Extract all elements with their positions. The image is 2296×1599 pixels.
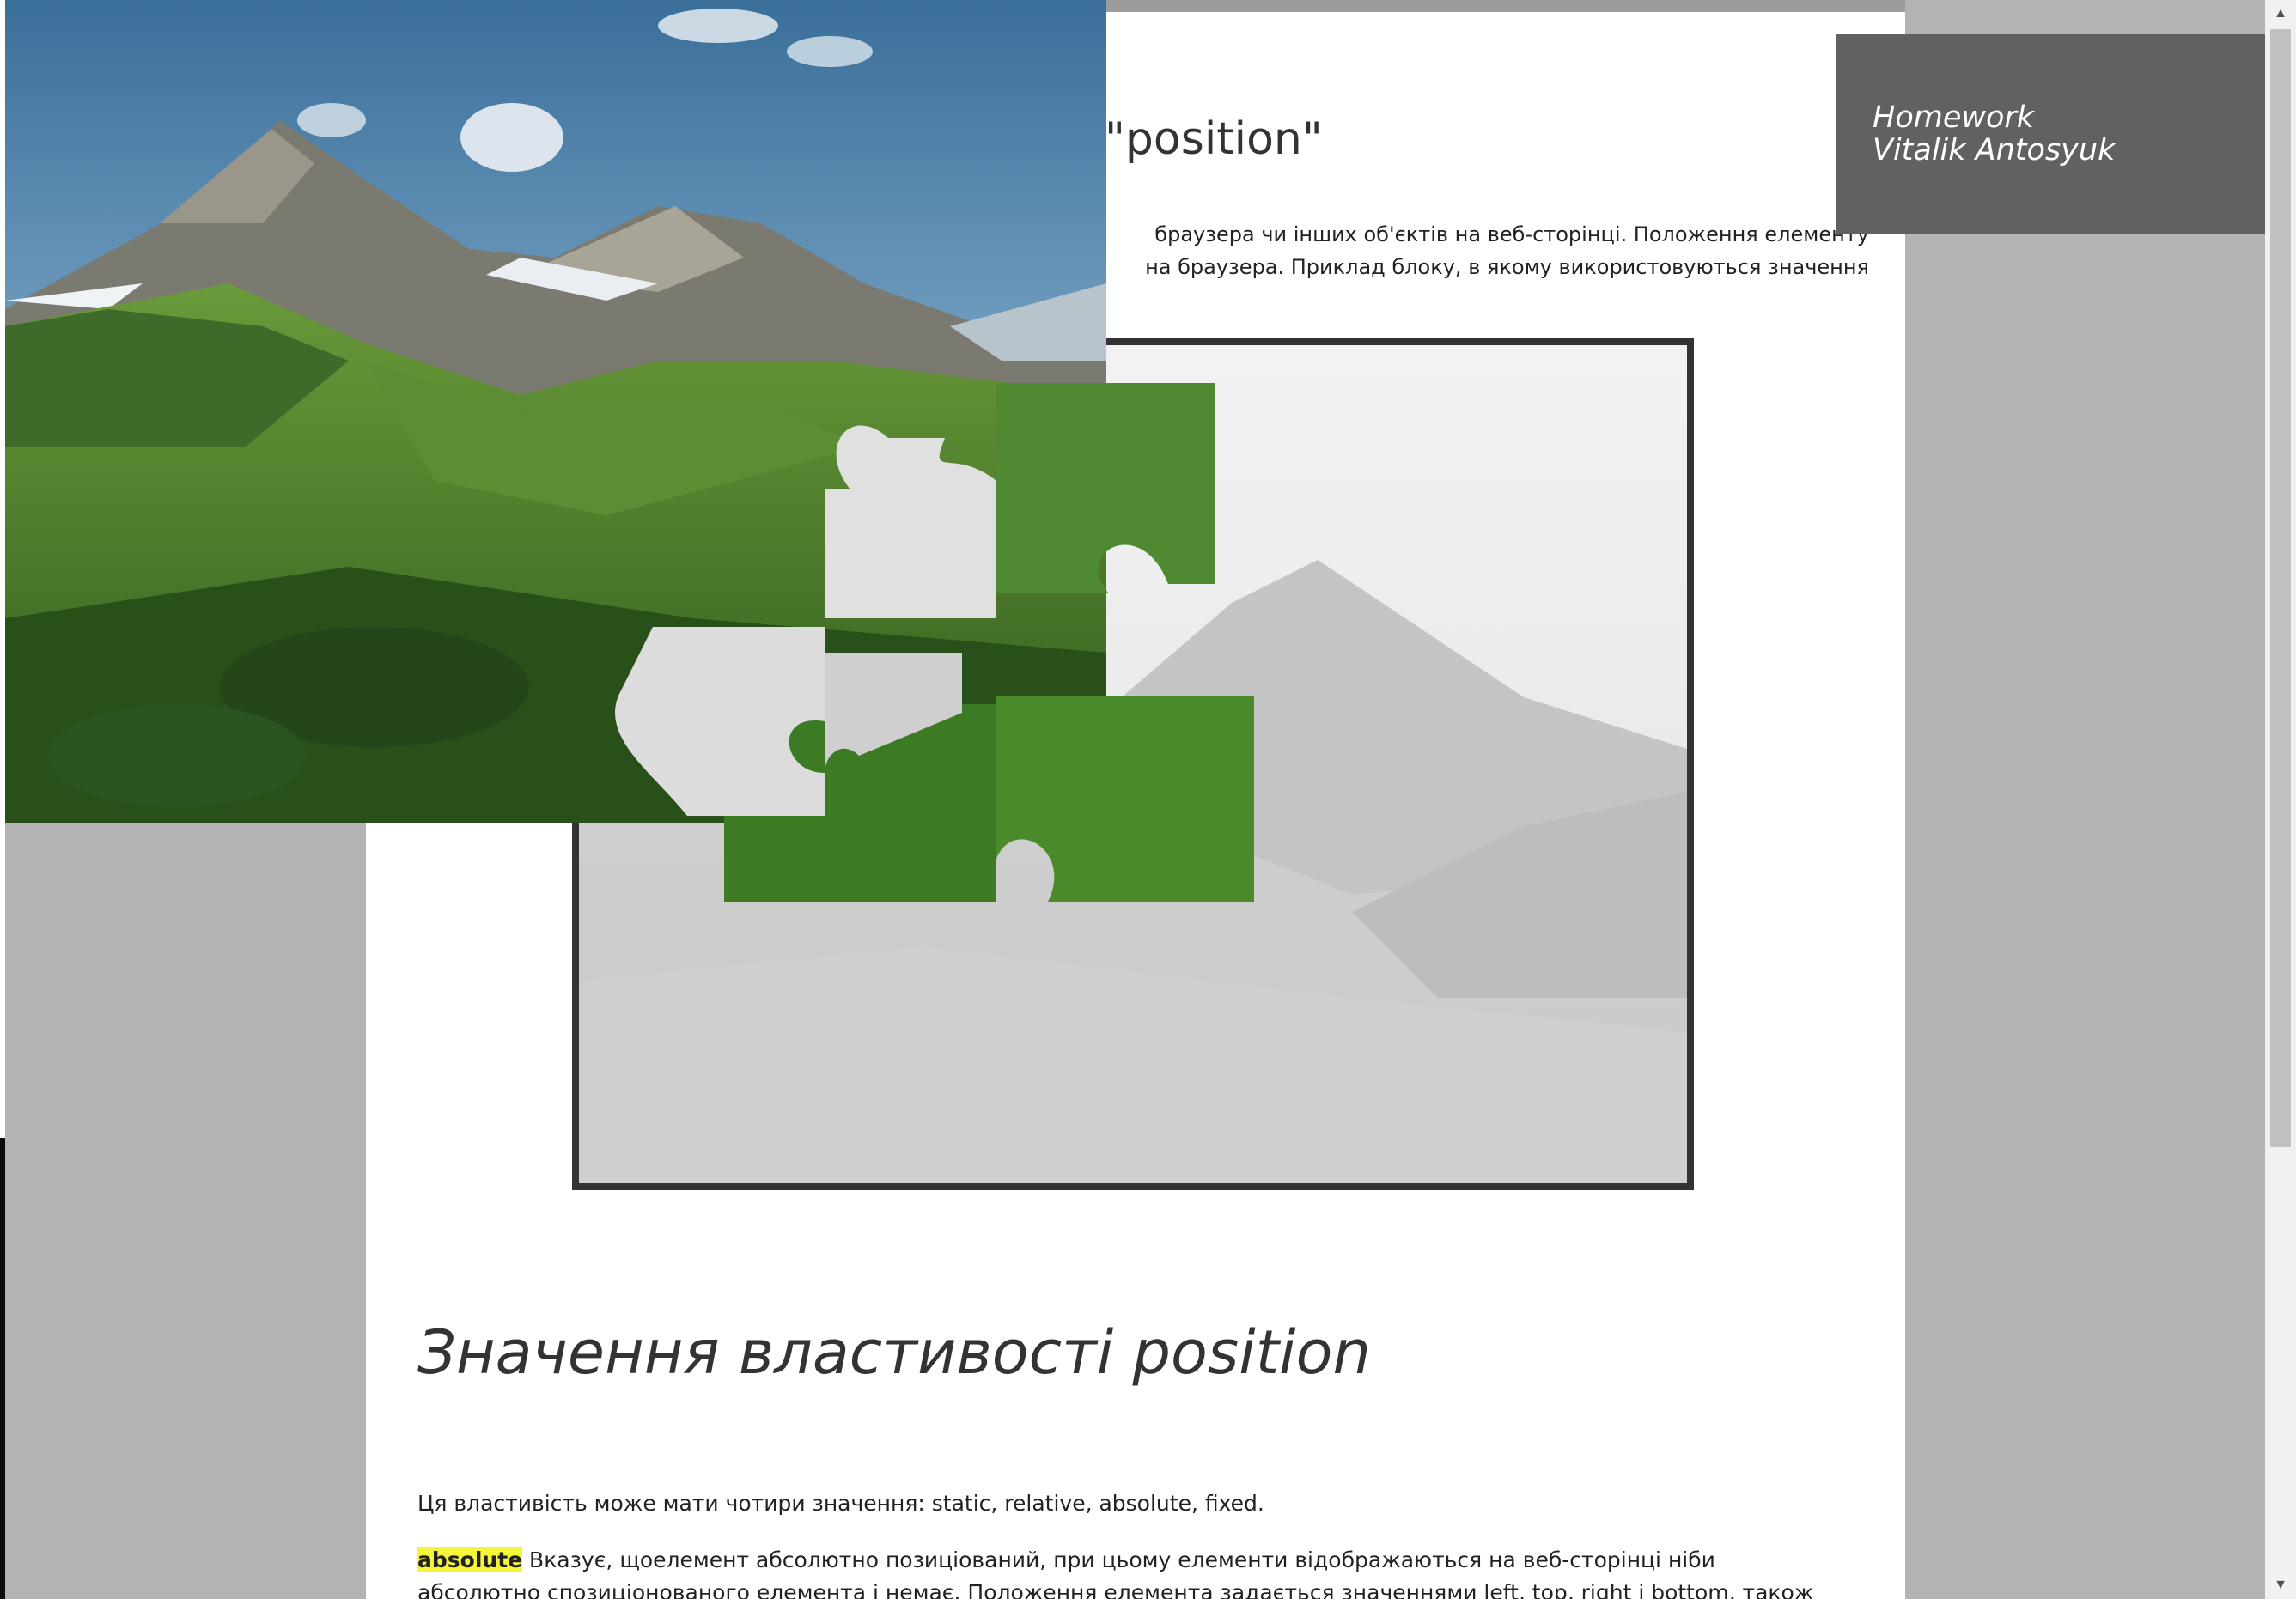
absolute-paragraph: absolute Вказує, щоелемент абсолютно поз…	[417, 1544, 1843, 1599]
section-heading: Значення властивості position	[417, 1317, 1371, 1388]
mountain-landscape-image	[5, 0, 1106, 823]
scrollbar-thumb[interactable]	[2270, 29, 2291, 1147]
vertical-scrollbar[interactable]: ▲ ▼	[2265, 0, 2296, 1599]
scroll-down-arrow-icon[interactable]: ▼	[2265, 1572, 2296, 1599]
puzzle-photo-overlay[interactable]	[5, 0, 1106, 823]
page-title: "position"	[1105, 113, 1323, 165]
badge-line-author: Vitalik Antosyuk	[1873, 133, 2116, 167]
scroll-up-arrow-icon[interactable]: ▲	[2265, 0, 2296, 27]
homework-badge: Homework Vitalik Antosyuk	[1836, 34, 2266, 234]
badge-line-homework: Homework	[1873, 100, 2035, 135]
absolute-keyword-highlight: absolute	[417, 1547, 523, 1572]
absolute-description: Вказує, щоелемент абсолютно позиціований…	[417, 1547, 1814, 1599]
left-edge-dark-strip	[0, 1138, 5, 1599]
values-paragraph: Ця властивість може мати чотири значення…	[417, 1491, 1264, 1516]
top-bar	[1106, 0, 1905, 12]
